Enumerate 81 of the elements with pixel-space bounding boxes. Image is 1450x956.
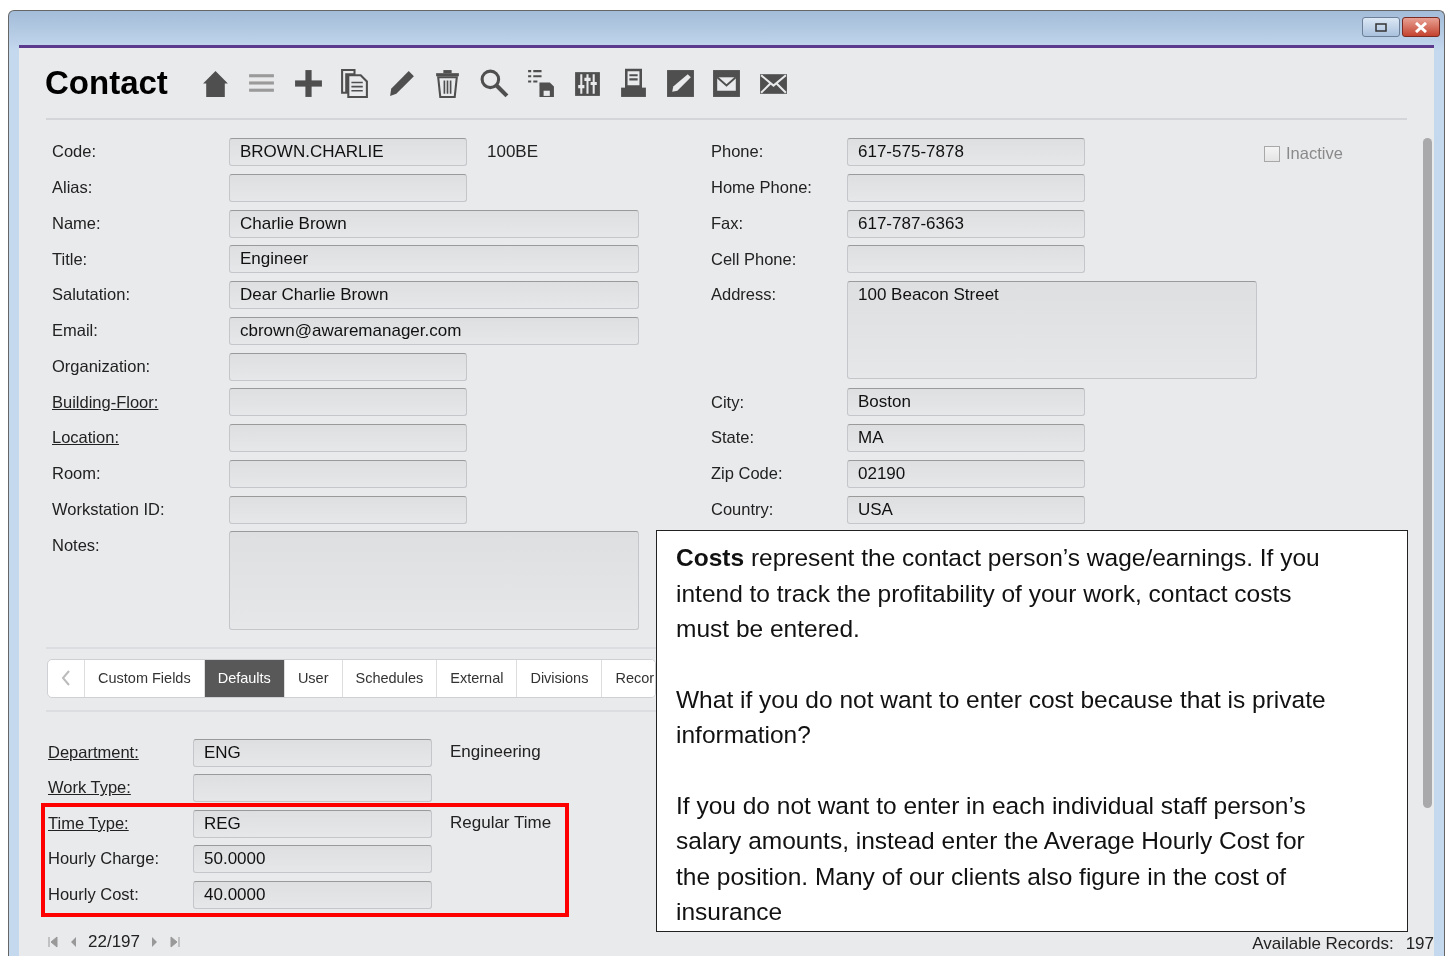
field-label: City: xyxy=(711,391,745,413)
input-field[interactable]: Dear Charlie Brown xyxy=(229,281,639,309)
field-link[interactable]: Building-Floor: xyxy=(52,384,229,420)
field-note: Engineering xyxy=(450,741,541,764)
copy-icon[interactable] xyxy=(339,67,371,99)
input-field[interactable]: Charlie Brown xyxy=(229,209,639,238)
mail-box-icon[interactable] xyxy=(711,67,743,99)
input-field[interactable] xyxy=(229,495,467,524)
input-field[interactable] xyxy=(229,352,467,381)
field-label: Email: xyxy=(52,320,99,342)
restore-button[interactable] xyxy=(1362,17,1400,37)
checkbox-label: Inactive xyxy=(1286,144,1343,163)
field-link[interactable]: Department: xyxy=(48,734,193,771)
callout-text: What if you do not want to enter cost because that is private information? xyxy=(676,684,1327,750)
record-count: 197 xyxy=(1405,934,1434,954)
field-note: 100BE xyxy=(487,140,539,163)
field-label: Title: xyxy=(52,248,89,270)
field-link[interactable]: Location: xyxy=(52,420,229,456)
field-label: State: xyxy=(711,427,756,449)
field-label: Hourly Cost: xyxy=(48,883,140,905)
input-field[interactable]: Engineer xyxy=(229,245,639,274)
close-button[interactable] xyxy=(1402,17,1440,37)
close-icon xyxy=(1414,21,1428,33)
record-position: 22/197 xyxy=(88,932,140,952)
field-label: Phone: xyxy=(711,141,765,163)
input-field[interactable] xyxy=(847,245,1085,274)
input-field[interactable] xyxy=(229,459,467,488)
text-area[interactable]: 100 Beacon Street xyxy=(847,281,1257,379)
field-label: Address: xyxy=(711,284,778,306)
chevron-left-icon[interactable] xyxy=(61,670,71,686)
input-field[interactable]: REG xyxy=(193,809,432,838)
field-label: Organization: xyxy=(52,355,152,377)
field-label: Hourly Charge: xyxy=(48,848,160,870)
field-link[interactable]: Time Type: xyxy=(48,805,193,842)
text-area[interactable] xyxy=(229,531,639,631)
input-field[interactable]: cbrown@awaremanager.com xyxy=(229,316,639,345)
input-field[interactable]: 02190 xyxy=(847,459,1085,488)
input-field[interactable]: MA xyxy=(847,424,1085,452)
input-field[interactable]: 617-787-6363 xyxy=(847,209,1085,238)
input-field[interactable] xyxy=(229,173,467,202)
field-label: Cell Phone: xyxy=(711,248,798,270)
checkbox[interactable] xyxy=(1264,145,1280,162)
callout-text: Costs represent the contact person’s wage/earnings. If you intend to track the profitability of your work, contact costs must be entered. xyxy=(676,543,1321,644)
field-label: Alias: xyxy=(52,177,94,199)
search-icon[interactable] xyxy=(478,67,510,99)
input-field[interactable] xyxy=(193,774,432,802)
list-disk-icon[interactable] xyxy=(525,67,557,99)
add-icon[interactable] xyxy=(292,67,324,99)
field-link[interactable]: Work Type: xyxy=(48,770,193,806)
status-label: Available Records: xyxy=(1252,934,1394,954)
tab[interactable]: Recor xyxy=(601,659,655,697)
input-field[interactable]: BROWN.CHARLIE xyxy=(229,138,467,166)
field-note: Regular Time xyxy=(450,812,552,835)
tab[interactable]: Defaults xyxy=(203,659,284,697)
field-label: Room: xyxy=(52,463,102,485)
input-field[interactable]: USA xyxy=(847,495,1085,524)
callout-text: If you do not want to enter in each individual staff person’s salary amounts, instead enter the Average Hourly Cost for the position. Many of our clients also figure in the cost of insurance xyxy=(676,790,1307,927)
field-label: Fax: xyxy=(711,212,745,234)
last-page-icon[interactable] xyxy=(170,936,180,948)
field-label: Code: xyxy=(52,141,98,163)
field-label: Salutation: xyxy=(52,284,131,306)
input-field[interactable] xyxy=(847,173,1085,202)
field-label: Workstation ID: xyxy=(52,498,166,520)
edit-icon[interactable] xyxy=(664,67,696,99)
field-label: Notes: xyxy=(52,534,101,556)
field-label: Name: xyxy=(52,212,102,234)
input-field[interactable]: Boston xyxy=(847,388,1085,417)
input-field[interactable] xyxy=(229,388,467,417)
scrollbar[interactable] xyxy=(1423,138,1432,808)
input-field[interactable]: 617-575-7878 xyxy=(847,138,1085,166)
field-label: Country: xyxy=(711,498,775,520)
input-field[interactable]: 50.0000 xyxy=(193,845,432,873)
field-label: Zip Code: xyxy=(711,463,784,485)
first-page-icon[interactable] xyxy=(48,936,58,948)
restore-icon xyxy=(1375,22,1387,32)
next-page-icon[interactable] xyxy=(150,936,160,948)
page-title: Contact xyxy=(45,64,168,102)
field-label: Home Phone: xyxy=(711,177,813,199)
input-field[interactable] xyxy=(229,424,467,452)
input-field[interactable]: 40.0000 xyxy=(193,880,432,909)
input-field[interactable]: ENG xyxy=(193,738,432,767)
